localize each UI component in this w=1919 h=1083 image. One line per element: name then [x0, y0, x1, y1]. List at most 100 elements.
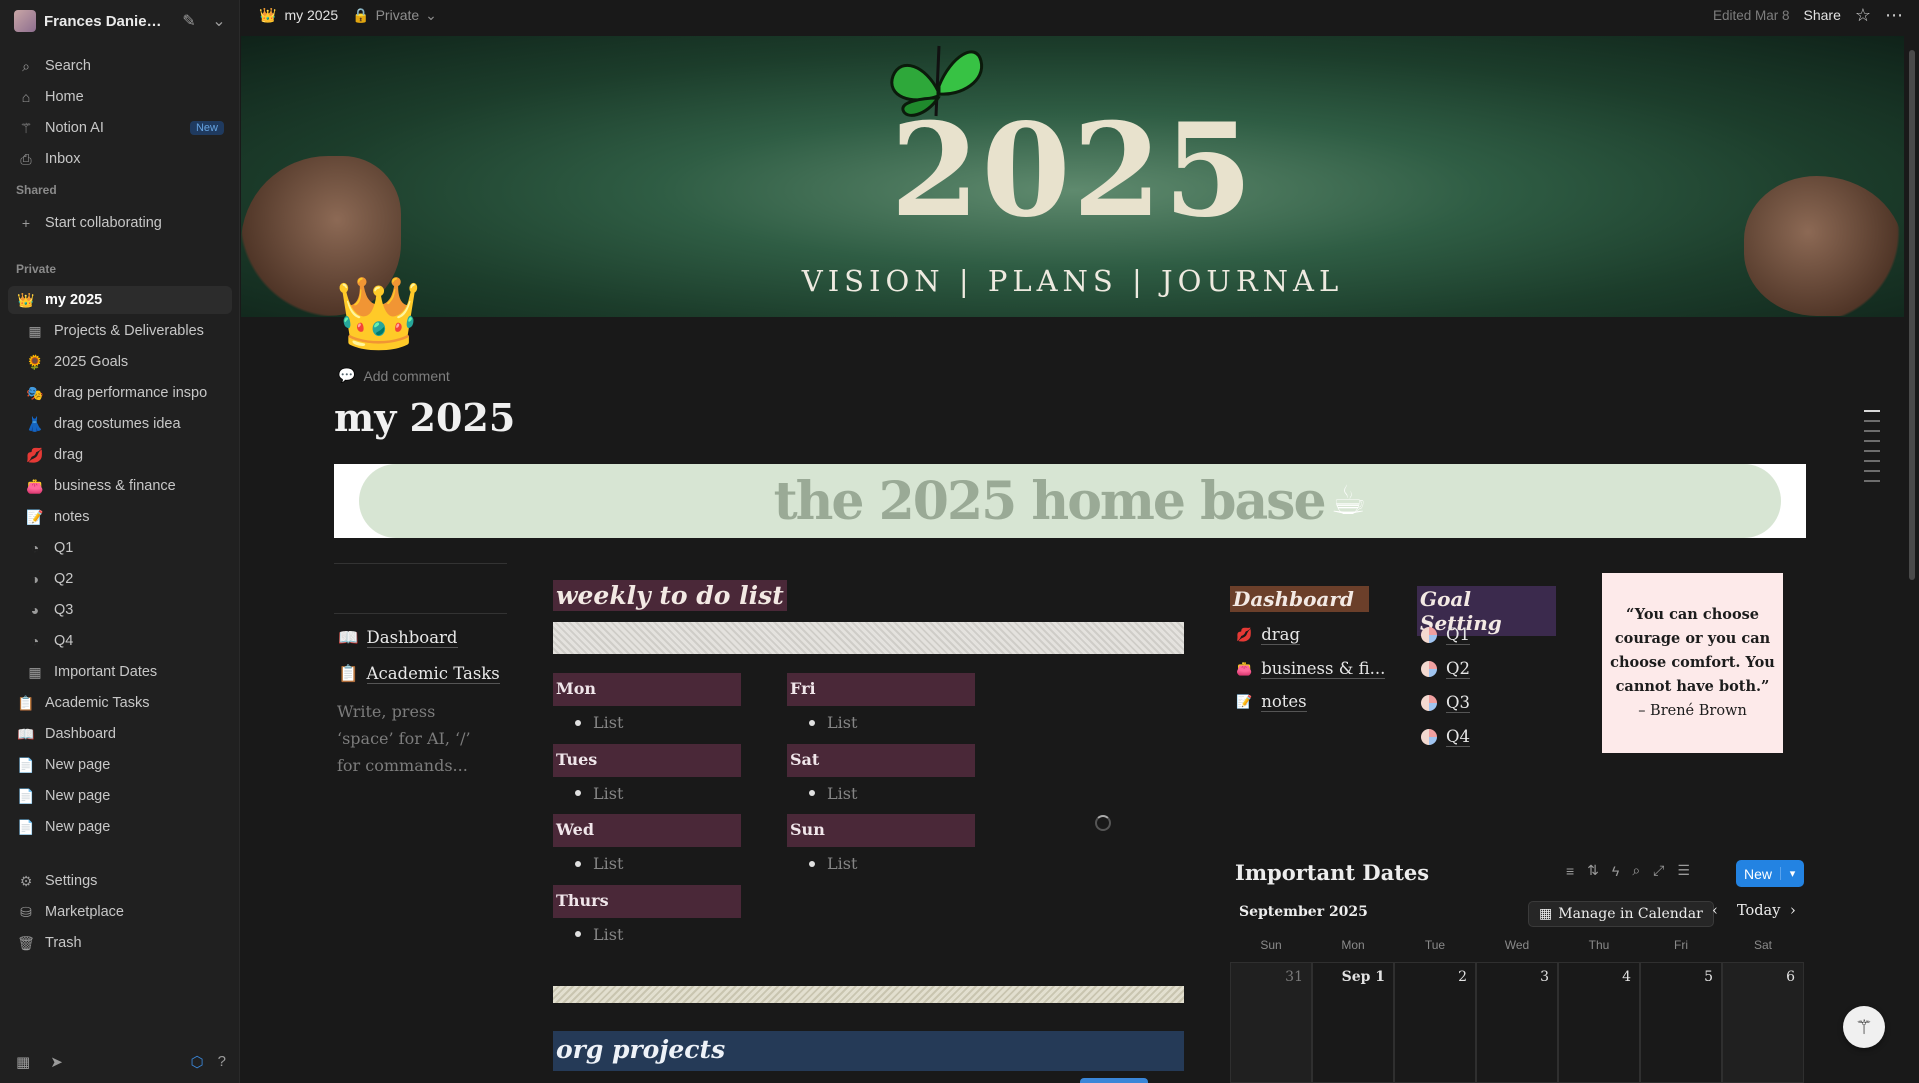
sidebar-page-item[interactable]: ▦ Projects & Deliverables — [8, 317, 232, 345]
sidebar-page-item[interactable]: 💋 drag — [8, 441, 232, 469]
sidebar-page-item[interactable]: 🎭 drag performance inspo — [8, 379, 232, 407]
goal-link[interactable]: Q4 — [1421, 727, 1471, 747]
chevron-left-icon[interactable]: ‹ — [1712, 903, 1718, 919]
weekly-todo-heading[interactable]: weekly to do list — [553, 580, 787, 611]
day-header[interactable]: Sat — [787, 743, 975, 777]
automation-icon[interactable]: ϟ — [1612, 863, 1619, 879]
page-cover[interactable]: 2025 VISION | PLANS | JOURNAL — [241, 36, 1904, 317]
day-header[interactable]: Tues — [553, 743, 741, 777]
sort-icon[interactable]: ⇅ — [1587, 862, 1599, 879]
calendar-day-cell[interactable]: 5 — [1640, 962, 1722, 1083]
calendar-icon: ▦ — [1539, 906, 1553, 922]
dashboard-link-notes[interactable]: 📝 notes — [1236, 692, 1307, 712]
new-badge: New — [189, 121, 224, 135]
empty-block-placeholder[interactable]: Write, press ‘space’ for AI, ‘/’ for com… — [337, 698, 497, 779]
sidebar-page-item[interactable]: 📝 notes — [8, 503, 232, 531]
dashboard-link-business[interactable]: 👛 business & fi... — [1236, 659, 1386, 679]
filter-icon[interactable]: ≡ — [1566, 863, 1574, 879]
todo-list-item[interactable]: List — [563, 784, 623, 803]
calendar-day-cell[interactable]: 4 — [1558, 962, 1640, 1083]
link-academic-tasks[interactable]: 📋 Academic Tasks — [338, 664, 500, 684]
goal-link[interactable]: Q3 — [1421, 693, 1471, 713]
page-title[interactable]: my 2025 — [334, 395, 515, 440]
link-dashboard[interactable]: 📖 Dashboard — [338, 628, 458, 648]
notion-ai-fab[interactable]: ⚚ — [1843, 1006, 1885, 1048]
important-dates-title[interactable]: Important Dates — [1235, 860, 1429, 885]
day-header[interactable]: Thurs — [553, 884, 741, 918]
quarter-pie-icon — [1421, 661, 1437, 677]
org-projects-heading[interactable]: org projects — [553, 1031, 1184, 1071]
comment-icon: 💬 — [338, 367, 356, 383]
start-collaborating[interactable]: + Start collaborating — [8, 209, 232, 237]
dashboard-link-drag[interactable]: 💋 drag — [1236, 625, 1301, 645]
todo-list-item[interactable]: List — [563, 925, 623, 944]
mail-icon[interactable]: ⬡ — [191, 1053, 204, 1071]
privacy-selector[interactable]: 🔒 Private ⌄ — [352, 7, 437, 24]
scrollbar-thumb[interactable] — [1909, 50, 1915, 580]
today-button[interactable]: Today — [1737, 903, 1780, 919]
expand-icon[interactable]: ⤢ — [1653, 862, 1664, 879]
sidebar-page-item[interactable]: 📖 Dashboard — [8, 720, 232, 748]
goal-link[interactable]: Q1 — [1421, 625, 1471, 645]
org-projects-tab[interactable] — [1080, 1078, 1148, 1083]
sidebar-page-item[interactable]: ◑ Q2 — [8, 565, 232, 593]
nav-trash[interactable]: 🗑 Trash — [8, 929, 232, 957]
calendar-day-cell[interactable]: 6 — [1722, 962, 1804, 1083]
todo-list-item[interactable]: List — [563, 854, 623, 873]
goal-link[interactable]: Q2 — [1421, 659, 1471, 679]
sidebar-page-item[interactable]: ◔ Q1 — [8, 534, 232, 562]
sidebar-page-item[interactable]: 👗 drag costumes idea — [8, 410, 232, 438]
nav-inbox[interactable]: ⎙ Inbox — [8, 145, 232, 173]
todo-list-item[interactable]: List — [563, 713, 623, 732]
star-icon[interactable]: ☆ — [1855, 5, 1871, 26]
nav-search[interactable]: ⌕ Search — [8, 52, 232, 80]
sidebar-page-item[interactable]: 🌻 2025 Goals — [8, 348, 232, 376]
sidebar-page-item[interactable]: 📄 New page — [8, 782, 232, 810]
day-header[interactable]: Fri — [787, 673, 975, 706]
calendar-day-cell[interactable]: Sep 1 — [1312, 962, 1394, 1083]
settings-sliders-icon[interactable]: ☰ — [1677, 862, 1690, 879]
sidebar-page-item[interactable]: 📄 New page — [8, 813, 232, 841]
new-page-icon[interactable]: ✎ — [178, 11, 200, 31]
todo-list-item[interactable]: List — [797, 784, 857, 803]
nav-marketplace[interactable]: ⛁ Marketplace — [8, 898, 232, 926]
add-comment-button[interactable]: 💬 Add comment — [338, 367, 450, 384]
todo-list-item[interactable]: List — [797, 713, 857, 732]
workspace-switcher[interactable]: Frances Daniel's ... ✎ ⌄ — [14, 6, 232, 36]
scrollbar[interactable] — [1904, 36, 1919, 1083]
manage-in-calendar-button[interactable]: ▦ Manage in Calendar — [1528, 901, 1714, 927]
chevron-down-icon[interactable]: ▾ — [1780, 867, 1804, 880]
more-icon[interactable]: ⋯ — [1885, 5, 1903, 26]
page-label: Q1 — [54, 540, 74, 556]
chevron-right-icon[interactable]: › — [1790, 903, 1796, 919]
day-header[interactable]: Sun — [787, 814, 975, 847]
send-icon[interactable]: ➤ — [50, 1053, 63, 1071]
search-icon[interactable]: ⌕ — [1632, 862, 1640, 879]
sidebar-page-item[interactable]: ◔ Q4 — [8, 627, 232, 655]
table-of-contents[interactable] — [1864, 410, 1880, 490]
nav-home[interactable]: ⌂ Home — [8, 83, 232, 111]
help-icon[interactable]: ? — [218, 1053, 226, 1071]
dashboard-heading[interactable]: Dashboard — [1230, 586, 1369, 612]
nav-settings[interactable]: ⚙ Settings — [8, 867, 232, 895]
calendar-day-cell[interactable]: 31 — [1230, 962, 1312, 1083]
todo-list-item[interactable]: List — [797, 854, 857, 873]
sidebar-page-item[interactable]: 👑 my 2025 — [8, 286, 232, 314]
sidebar-page-item[interactable]: ▦ Important Dates — [8, 658, 232, 686]
sidebar-page-item[interactable]: 👛 business & finance — [8, 472, 232, 500]
new-entry-button[interactable]: New ▾ — [1736, 860, 1804, 887]
sidebar-page-item[interactable]: ◕ Q3 — [8, 596, 232, 624]
page-label: drag performance inspo — [54, 385, 208, 401]
calendar-day-cell[interactable]: 3 — [1476, 962, 1558, 1083]
breadcrumb[interactable]: 👑 my 2025 — [259, 7, 338, 24]
calendar-day-cell[interactable]: 2 — [1394, 962, 1476, 1083]
chevron-down-icon[interactable]: ⌄ — [208, 11, 230, 31]
sidebar-page-item[interactable]: 📄 New page — [8, 751, 232, 779]
day-header[interactable]: Wed — [553, 814, 741, 847]
sidebar-page-item[interactable]: 📋 Academic Tasks — [8, 689, 232, 717]
calendar-icon[interactable]: ▦ — [16, 1053, 30, 1071]
share-button[interactable]: Share — [1804, 7, 1841, 23]
nav-notion-ai[interactable]: ⚚ Notion AI New — [8, 114, 232, 142]
page-icon-crown[interactable]: 👑 — [335, 278, 422, 348]
day-header[interactable]: Mon — [553, 673, 741, 706]
